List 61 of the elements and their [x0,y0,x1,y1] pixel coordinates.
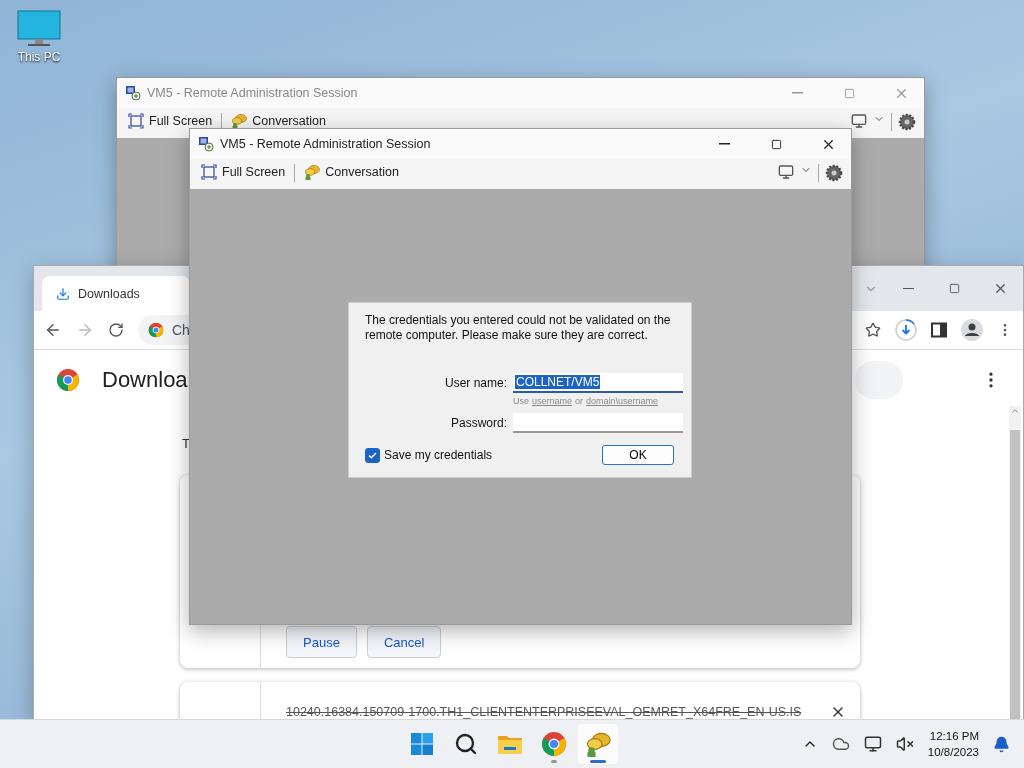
site-icon [148,322,164,338]
conversation-button[interactable]: Conversation [301,164,402,180]
window-title: VM5 - Remote Administration Session [147,86,359,100]
cloud-icon[interactable] [831,735,850,753]
folder-icon [497,733,523,755]
error-message: The credentials you entered could not be validated on the remote computer. Please make sure they are correct. [365,313,672,343]
side-panel-icon[interactable] [931,322,947,338]
page-title: Downloa [102,367,188,393]
pause-button[interactable]: Pause [286,626,357,658]
search-field[interactable] [855,361,903,399]
window-title: VM5 - Remote Administration Session [220,137,432,151]
password-field[interactable] [513,413,683,433]
username-field[interactable]: COLLNET/VM5 [513,373,683,393]
notification-bell-icon[interactable] [993,735,1010,753]
checkbox[interactable] [365,447,380,463]
cancel-button[interactable]: Cancel [366,626,442,658]
monitors-icon[interactable] [851,113,867,129]
checkmark-icon [368,450,377,460]
password-label: Password: [449,416,507,430]
browser-tab[interactable]: Downloads [42,276,190,311]
download-progress-icon[interactable] [895,319,917,341]
tab-title: Downloads [78,286,140,301]
username-label: User name: [443,376,507,390]
scrollbar[interactable] [1009,406,1021,721]
profile-avatar-icon[interactable] [961,319,983,341]
minimize-icon [718,143,730,145]
file-name: 10240.16384.150709-1700.TH1_CLIENTENTERPRISEEVAL_OEMRET_X64FRE_EN-US.IS [286,705,803,719]
hint-text: Use [513,396,529,406]
fullscreen-icon [201,164,217,180]
maximize-icon [948,283,960,294]
reload-icon[interactable] [108,322,124,338]
monitors-icon[interactable] [778,164,794,180]
search-icon [454,732,478,756]
remote-monitor-icon [125,85,141,101]
gear-icon[interactable] [898,113,916,131]
speech-bubbles-icon [304,164,321,180]
bookmark-star-icon[interactable] [865,322,881,338]
speech-bubbles-icon [231,113,248,129]
muted-volume-icon[interactable] [895,735,914,753]
network-icon[interactable] [863,735,882,753]
gear-icon[interactable] [825,164,843,182]
maximize-icon [843,87,855,99]
back-icon[interactable] [44,321,62,339]
monitor-icon[interactable] [17,10,61,48]
minimize-icon [902,287,914,290]
maximize-icon [770,138,782,150]
download-icon [56,286,70,301]
remote-monitor-icon [198,136,214,152]
clock[interactable]: 12:16 PM 10/8/2023 [927,728,979,760]
minimize-icon [791,92,803,94]
hint-text: or [575,396,584,406]
browser-logo-icon [541,731,567,757]
chrome-logo-icon [56,368,80,392]
start-icon [410,732,434,756]
fullscreen-icon [128,113,144,129]
speech-bubbles-icon [585,731,611,757]
checkbox-label[interactable]: Save my credentials [384,448,493,462]
date-label: T [182,436,190,451]
ok-button[interactable]: OK [602,445,674,465]
full-screen-button[interactable]: Full Screen [198,164,289,180]
full-screen-button[interactable]: Full Screen [125,113,216,129]
